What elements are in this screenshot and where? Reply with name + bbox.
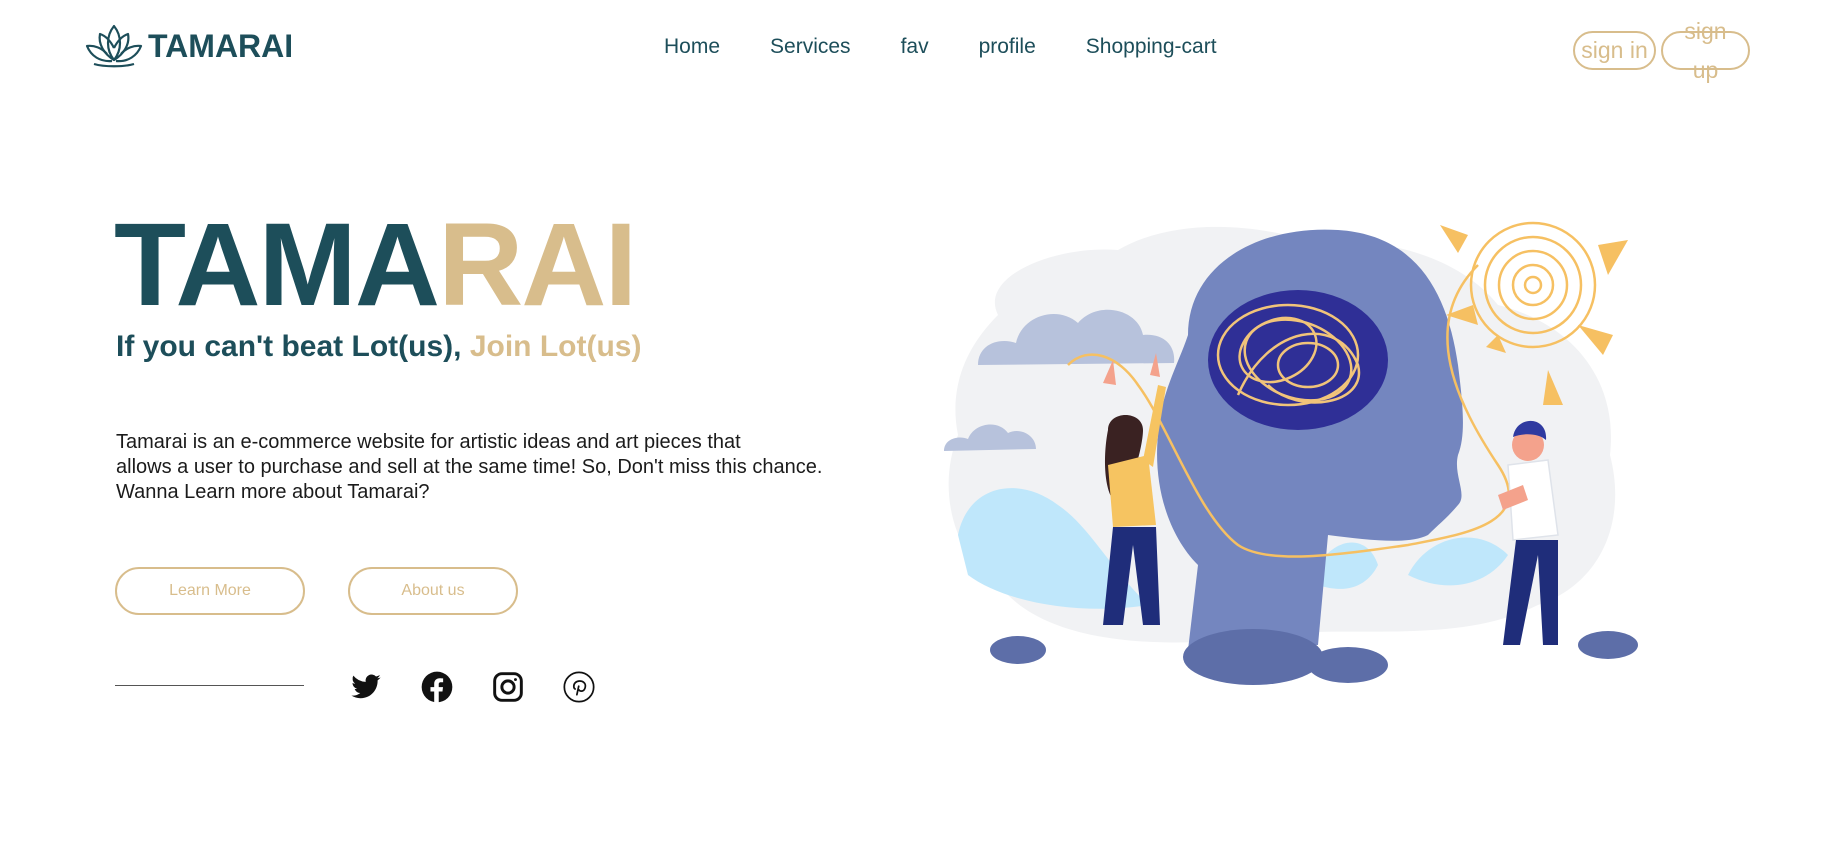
hero-tagline: If you can't beat Lot(us), Join Lot(us) <box>116 330 641 364</box>
sign-up-button[interactable]: sign up <box>1661 18 1750 83</box>
nav-item-shopping-cart[interactable]: Shopping-cart <box>1086 35 1217 59</box>
header: TAMARAI Home Services fav profile Shoppi… <box>0 0 1822 100</box>
tagline-part2: Join Lot(us) <box>469 330 642 363</box>
nav-item-profile[interactable]: profile <box>979 35 1036 59</box>
learn-more-button[interactable]: Learn More <box>115 567 305 615</box>
description-line: allows a user to purchase and sell at th… <box>116 456 823 478</box>
nav-item-fav[interactable]: fav <box>901 35 929 59</box>
facebook-icon[interactable] <box>421 671 453 703</box>
nav-item-services[interactable]: Services <box>770 35 851 59</box>
hero-title: TAMARAI <box>114 206 637 324</box>
hero-title-part2: RAI <box>438 199 637 331</box>
about-us-button[interactable]: About us <box>348 567 518 615</box>
description-line: Tamarai is an e-commerce website for art… <box>116 431 741 453</box>
sign-in-button[interactable]: sign in <box>1573 31 1656 70</box>
instagram-icon[interactable] <box>492 671 524 703</box>
auth-buttons: sign in sign up <box>1573 18 1750 83</box>
brand-logo[interactable]: TAMARAI <box>84 22 293 70</box>
tagline-part1: If you can't beat Lot(us), <box>116 330 470 363</box>
twitter-icon[interactable] <box>350 671 382 703</box>
landing-page: TAMARAI Home Services fav profile Shoppi… <box>0 0 1822 848</box>
brand-name: TAMARAI <box>148 27 294 64</box>
divider <box>115 685 304 686</box>
creative-mind-illustration <box>938 205 1650 685</box>
lotus-icon <box>84 20 144 73</box>
pinterest-icon[interactable] <box>563 671 595 703</box>
hero-description: Tamarai is an e-commerce website for art… <box>116 430 886 505</box>
nav-item-home[interactable]: Home <box>664 35 720 59</box>
description-line: Wanna Learn more about Tamarai? <box>116 481 430 503</box>
hero-title-part1: TAMA <box>114 199 440 331</box>
main-nav: Home Services fav profile Shopping-cart <box>664 35 1217 59</box>
